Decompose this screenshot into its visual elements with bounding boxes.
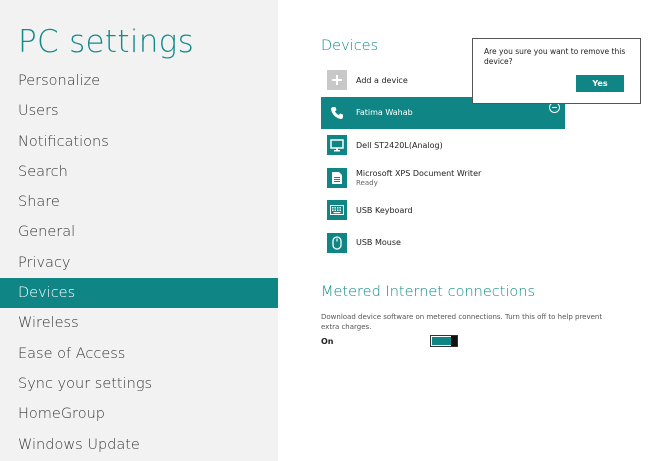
device-name: Add a device xyxy=(356,75,408,85)
nav-item-windows-update[interactable]: Windows Update xyxy=(0,430,278,460)
device-name: USB Keyboard xyxy=(356,205,413,215)
toggle-state-label: On xyxy=(321,337,334,346)
nav-item-wireless[interactable]: Wireless xyxy=(0,308,278,338)
page-title: PC settings xyxy=(18,24,195,60)
confirm-yes-button[interactable]: Yes xyxy=(576,75,624,92)
printer-icon xyxy=(327,167,347,188)
device-item-monitor[interactable]: Dell ST2420L(Analog) xyxy=(321,129,565,162)
toggle-fill xyxy=(432,337,451,345)
device-status: Ready xyxy=(356,178,378,187)
metered-section-title: Metered Internet connections xyxy=(321,284,536,300)
phone-icon xyxy=(327,102,347,123)
nav-item-devices[interactable]: Devices xyxy=(0,278,278,309)
mouse-icon xyxy=(327,232,347,253)
nav-item-ease-of-access[interactable]: Ease of Access xyxy=(0,339,278,369)
nav-item-privacy[interactable]: Privacy xyxy=(0,248,278,278)
device-name: Microsoft XPS Document Writer xyxy=(356,168,482,178)
nav-item-notifications[interactable]: Notifications xyxy=(0,127,278,157)
metered-toggle-switch[interactable] xyxy=(430,335,458,347)
sidebar: PC settings Personalize Users Notificati… xyxy=(0,0,278,461)
nav-item-users[interactable]: Users xyxy=(0,96,278,126)
devices-section-title: Devices xyxy=(321,38,379,54)
monitor-icon xyxy=(327,135,347,156)
nav-item-sync-settings[interactable]: Sync your settings xyxy=(0,369,278,399)
device-item-keyboard[interactable]: USB Keyboard xyxy=(321,194,565,227)
nav-item-search[interactable]: Search xyxy=(0,157,278,187)
device-name: Fatima Wahab xyxy=(356,108,413,118)
plus-icon xyxy=(327,70,347,91)
flyout-message: Are you sure you want to remove this dev… xyxy=(484,47,626,66)
metered-description: Download device software on metered conn… xyxy=(321,313,603,331)
nav-item-homegroup[interactable]: HomeGroup xyxy=(0,399,278,429)
nav-item-personalize[interactable]: Personalize xyxy=(0,66,278,96)
device-name: Dell ST2420L(Analog) xyxy=(356,140,443,150)
remove-device-flyout: Are you sure you want to remove this dev… xyxy=(472,38,641,104)
toggle-thumb[interactable] xyxy=(451,336,457,346)
nav-item-general[interactable]: General xyxy=(0,217,278,247)
device-item-mouse[interactable]: USB Mouse xyxy=(321,227,565,260)
settings-nav: Personalize Users Notifications Search S… xyxy=(0,66,278,460)
device-name: USB Mouse xyxy=(356,238,401,248)
nav-item-share[interactable]: Share xyxy=(0,187,278,217)
device-item-printer[interactable]: Microsoft XPS Document Writer Ready xyxy=(321,162,565,195)
keyboard-icon xyxy=(327,200,347,221)
